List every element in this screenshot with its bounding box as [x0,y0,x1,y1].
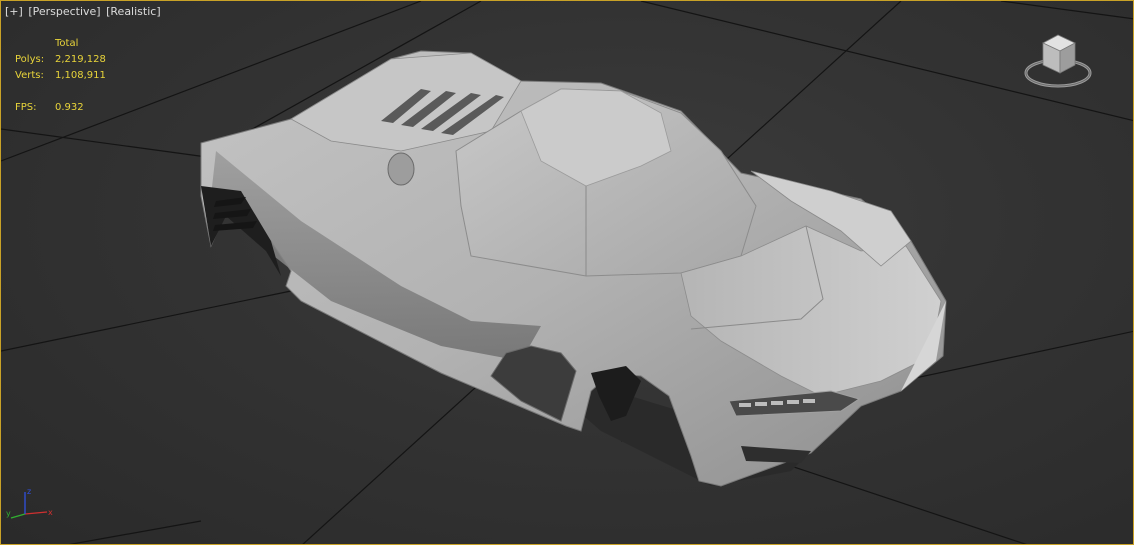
viewport-label-menu: [+] [Perspective] [Realistic] [4,5,162,18]
viewport-view-menu[interactable]: [Perspective] [27,5,101,18]
axis-tripod-icon: x y z [6,487,53,519]
stats-total-header: Total [55,38,79,49]
fuel-cap [387,152,415,186]
fps-label: FPS: [15,102,37,113]
car-body-model[interactable] [200,50,947,487]
polys-value: 2,219,128 [55,54,106,65]
viewport-shading-menu[interactable]: [Realistic] [105,5,162,18]
verts-value: 1,108,911 [55,70,106,81]
stats-spacer [15,36,55,52]
fps-value: 0.932 [55,102,84,113]
verts-label: Verts: [15,70,44,81]
scene-canvas[interactable] [1,1,1134,545]
statistics-overlay: Total Polys: 2,219,128 Verts: 1,108,911 … [15,36,135,116]
axis-x-label: x [48,508,53,517]
perspective-viewport[interactable]: [+] [Perspective] [Realistic] Total Poly… [0,0,1134,545]
viewport-plus-menu[interactable]: [+] [4,5,24,18]
axis-y-label: y [6,509,11,518]
polys-label: Polys: [15,54,45,65]
axis-z-label: z [27,487,31,496]
viewcube-icon[interactable] [1023,31,1093,93]
